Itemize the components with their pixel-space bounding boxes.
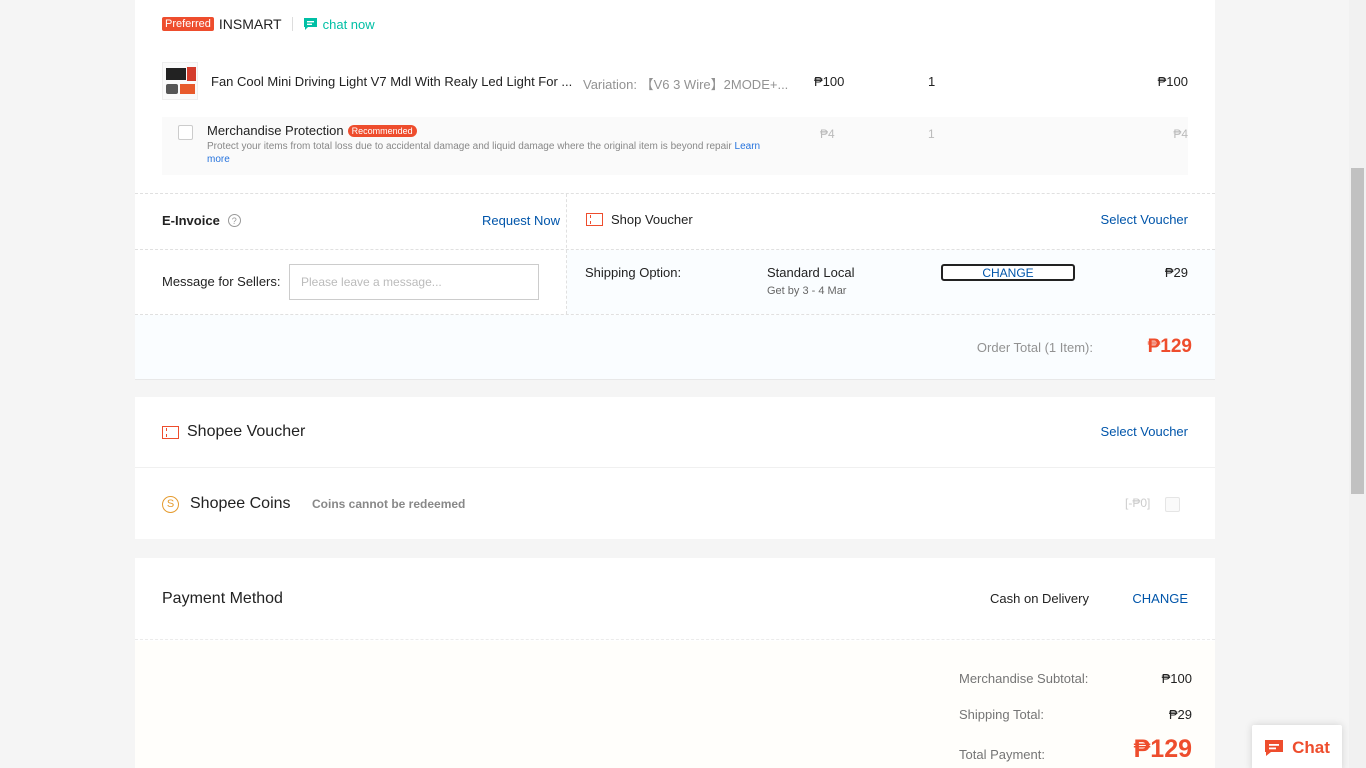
vertical-scrollbar[interactable]	[1349, 0, 1366, 768]
einvoice-label-text: E-Invoice	[162, 213, 220, 228]
coins-checkbox[interactable]	[1165, 497, 1180, 512]
shop-voucher-label: Shop Voucher	[586, 212, 693, 227]
product-row: Fan Cool Mini Driving Light V7 Mdl With …	[162, 62, 1188, 100]
protection-title: Merchandise Protection Recommended	[207, 123, 417, 138]
payment-card: Payment Method Cash on Delivery CHANGE M…	[135, 558, 1215, 768]
chat-now-label: chat now	[322, 16, 375, 32]
protection-price: ₱4	[820, 127, 835, 141]
product-thumbnail[interactable]	[162, 62, 198, 100]
protection-description: Protect your items from total loss due t…	[207, 140, 767, 166]
shipping-total-label: Shipping Total:	[959, 707, 1045, 722]
shipping-total-value: ₱29	[1168, 707, 1192, 722]
voucher-icon	[586, 213, 603, 226]
request-now-link[interactable]: Request Now	[482, 213, 560, 228]
total-payment-value: ₱129	[1133, 735, 1192, 763]
help-icon[interactable]: ?	[227, 214, 241, 227]
chat-icon	[1265, 740, 1284, 756]
shopee-coins-label-text: Shopee Coins	[190, 495, 291, 512]
einvoice-label: E-Invoice ?	[162, 213, 241, 228]
chat-now-button[interactable]: chat now	[303, 17, 375, 32]
chat-widget-button[interactable]: Chat	[1252, 725, 1342, 768]
merchandise-subtotal-label: Merchandise Subtotal:	[959, 671, 1089, 686]
product-variation: Variation: 【V6 3 Wire】2MODE+...	[583, 77, 789, 92]
protection-checkbox[interactable]	[178, 125, 193, 140]
shop-name[interactable]: INSMART	[219, 16, 282, 32]
merchandise-subtotal-value: ₱100	[1161, 671, 1192, 686]
item-subtotal: ₱100	[1157, 74, 1188, 89]
shopee-voucher-label: Shopee Voucher	[162, 423, 305, 441]
coin-icon: S	[162, 495, 179, 513]
shopee-voucher-row: Shopee Voucher Select Voucher	[135, 397, 1215, 468]
voucher-coins-card: Shopee Voucher Select Voucher S Shopee C…	[135, 397, 1215, 539]
preferred-badge: Preferred	[162, 17, 214, 31]
payment-summary: Merchandise Subtotal: ₱100 Shipping Tota…	[135, 641, 1215, 768]
shipping-eta: Get by 3 - 4 Mar	[767, 285, 847, 297]
protection-quantity: 1	[928, 127, 935, 141]
shipping-section	[567, 250, 1215, 314]
shipping-method: Standard Local	[767, 265, 855, 280]
product-name[interactable]: Fan Cool Mini Driving Light V7 Mdl With …	[211, 74, 572, 89]
shipping-option-label: Shipping Option:	[585, 265, 682, 280]
shipping-fee: ₱29	[1164, 265, 1188, 280]
message-label: Message for Sellers:	[162, 274, 281, 289]
payment-method-header: Payment Method Cash on Delivery CHANGE	[135, 558, 1215, 640]
protection-title-text: Merchandise Protection	[207, 123, 344, 138]
select-shopee-voucher-link[interactable]: Select Voucher	[1101, 424, 1188, 439]
shopee-coins-label: S Shopee Coins	[162, 495, 291, 513]
coins-value: [-₱0]	[1125, 496, 1151, 510]
shop-voucher-label-text: Shop Voucher	[611, 212, 693, 227]
chat-widget-label: Chat	[1292, 738, 1330, 757]
chat-bubble-icon	[303, 18, 317, 30]
coins-note: Coins cannot be redeemed	[312, 497, 466, 511]
change-shipping-button[interactable]: CHANGE	[941, 264, 1075, 281]
divider	[135, 193, 1215, 194]
order-card: Preferred INSMART chat now Fan Cool Mini…	[135, 0, 1215, 380]
message-input[interactable]	[289, 264, 539, 300]
payment-method-value: Cash on Delivery	[990, 591, 1089, 606]
scrollbar-thumb[interactable]	[1351, 168, 1364, 494]
order-total-amount: ₱129	[1147, 336, 1192, 357]
shop-header: Preferred INSMART chat now	[162, 15, 375, 33]
select-shop-voucher-link[interactable]: Select Voucher	[1101, 212, 1188, 227]
order-total-label: Order Total (1 Item):	[976, 340, 1093, 355]
quantity: 1	[928, 74, 936, 89]
voucher-icon	[162, 425, 179, 439]
payment-method-title: Payment Method	[162, 590, 283, 607]
divider	[291, 17, 293, 31]
change-payment-link[interactable]: CHANGE	[1132, 591, 1188, 606]
protection-description-text: Protect your items from total loss due t…	[207, 141, 732, 152]
total-payment-label: Total Payment:	[959, 747, 1045, 762]
merchandise-protection-row: Merchandise Protection Recommended Prote…	[162, 117, 1188, 175]
unit-price: ₱100	[814, 74, 845, 89]
recommended-badge: Recommended	[347, 124, 417, 137]
protection-subtotal: ₱4	[1173, 127, 1188, 141]
shopee-voucher-label-text: Shopee Voucher	[187, 423, 306, 440]
